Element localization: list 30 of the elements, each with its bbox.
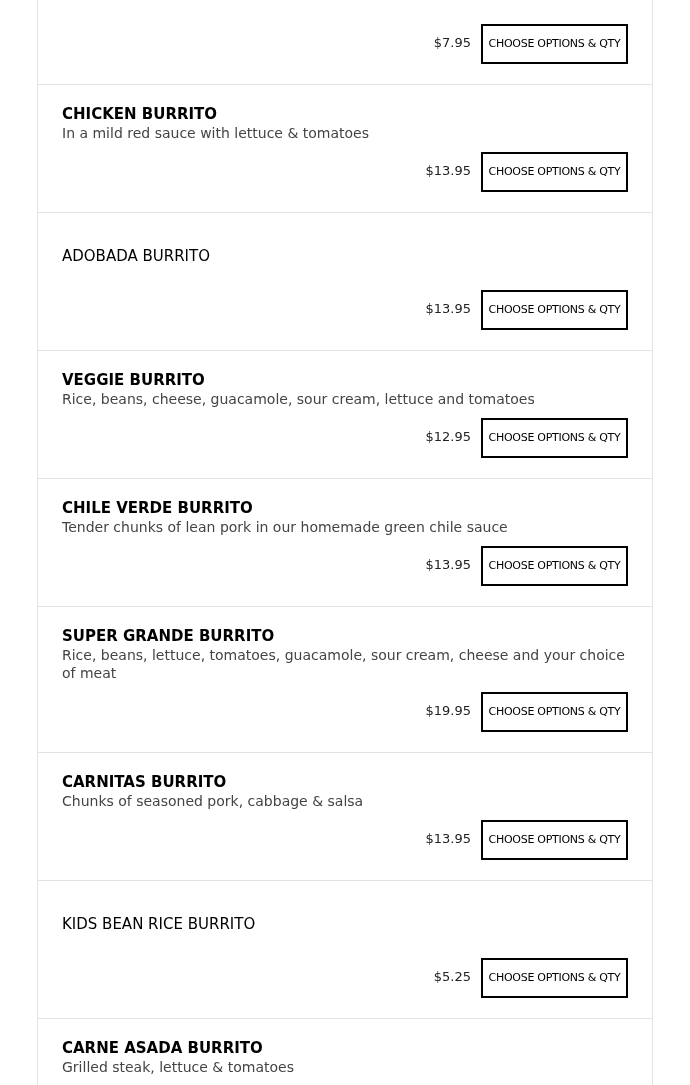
choose-options-button[interactable]: CHOOSE OPTIONS & QTY (481, 152, 628, 192)
item-name: CARNE ASADA BURRITO (62, 1038, 264, 1058)
choose-options-button[interactable]: CHOOSE OPTIONS & QTY (481, 958, 628, 998)
item-price: $7.95 (433, 33, 471, 52)
item-name: SUPER GRANDE BURRITO (62, 626, 276, 646)
item-description: Grilled steak, lettuce & tomatoes (62, 1058, 295, 1076)
item-price: $19.95 (425, 701, 471, 720)
item-description: Rice, beans, cheese, guacamole, sour cream, lettuce and tomatoes (62, 390, 536, 408)
item-name: CHICKEN BURRITO (62, 104, 219, 124)
item-description: Chunks of seasoned pork, cabbage & salsa (62, 792, 365, 810)
item-description: In a mild red sauce with lettuce & tomatoes (62, 124, 370, 142)
item-name: CHILE VERDE BURRITO (62, 498, 254, 518)
choose-options-button[interactable]: CHOOSE OPTIONS & QTY (481, 692, 628, 732)
item-price: $5.25 (433, 967, 471, 986)
item-price: $13.95 (425, 161, 471, 180)
item-name: CARNITAS BURRITO (62, 772, 228, 792)
choose-options-button[interactable]: CHOOSE OPTIONS & QTY (481, 24, 628, 64)
choose-options-button[interactable]: CHOOSE OPTIONS & QTY (481, 546, 628, 586)
item-price: $13.95 (425, 829, 471, 848)
choose-options-button[interactable]: CHOOSE OPTIONS & QTY (481, 418, 628, 458)
item-name: VEGGIE BURRITO (62, 370, 206, 390)
choose-options-button[interactable]: CHOOSE OPTIONS & QTY (481, 820, 628, 860)
item-description: Tender chunks of lean pork in our homemade green chile sauce (62, 518, 509, 536)
item-name: ADOBADA BURRITO (62, 246, 211, 266)
item-description: Rice, beans, lettuce, tomatoes, guacamole, sour cream, cheese and your choice of meat (62, 646, 626, 682)
item-name: KIDS BEAN RICE BURRITO (62, 914, 257, 934)
item-price: $13.95 (425, 555, 471, 574)
choose-options-button[interactable]: CHOOSE OPTIONS & QTY (481, 290, 628, 330)
item-price: $13.95 (425, 299, 471, 318)
item-price: $12.95 (425, 427, 471, 446)
